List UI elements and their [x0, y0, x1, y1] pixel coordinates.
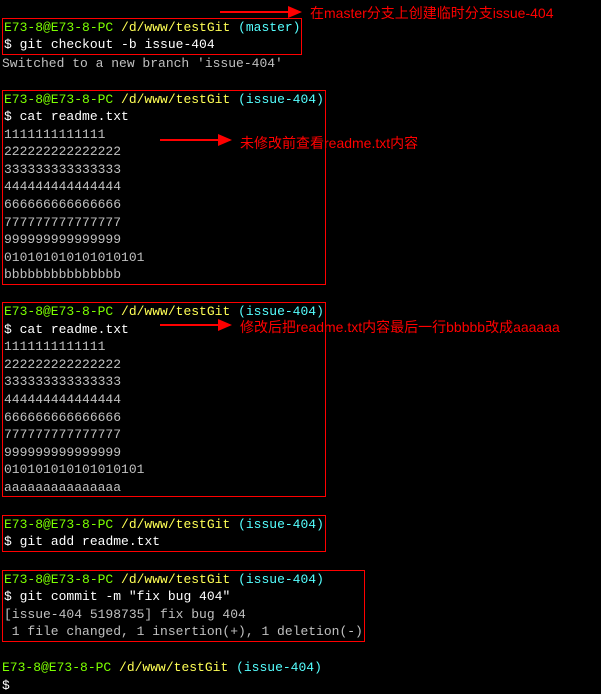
- annotation-3: 修改后把readme.txt内容最后一行bbbbb改成aaaaaa: [240, 318, 560, 337]
- file-line: aaaaaaaaaaaaaaa: [4, 480, 121, 495]
- file-line: 1111111111111: [4, 127, 105, 142]
- cmd-cat1: cat readme.txt: [20, 109, 129, 124]
- cmd-add: git add readme.txt: [20, 534, 160, 549]
- prompt-user: E73-8@E73-8-PC: [4, 304, 113, 319]
- block-cat1: E73-8@E73-8-PC /d/www/testGit (issue-404…: [2, 90, 326, 285]
- prompt-path: /d/www/testGit: [119, 660, 228, 675]
- file-line: 777777777777777: [4, 215, 121, 230]
- prompt-path: /d/www/testGit: [121, 92, 230, 107]
- file-line: 444444444444444: [4, 392, 121, 407]
- prompt-user: E73-8@E73-8-PC: [4, 20, 113, 35]
- file-line: bbbbbbbbbbbbbbb: [4, 267, 121, 282]
- file-line: 999999999999999: [4, 232, 121, 247]
- file-line: 777777777777777: [4, 427, 121, 442]
- file-line: 1111111111111: [4, 339, 105, 354]
- file-line: 222222222222222: [4, 357, 121, 372]
- file-line: 666666666666666: [4, 410, 121, 425]
- prompt-branch: (issue-404): [238, 92, 324, 107]
- file-line: 999999999999999: [4, 445, 121, 460]
- dollar: $: [2, 678, 10, 693]
- terminal: E73-8@E73-8-PC /d/www/testGit (master) $…: [0, 0, 601, 694]
- out-switched: Switched to a new branch 'issue-404': [2, 56, 283, 71]
- prompt-user: E73-8@E73-8-PC: [2, 660, 111, 675]
- dollar: $: [4, 589, 12, 604]
- commit-line: [issue-404 5198735] fix bug 404: [4, 607, 246, 622]
- cmd-cat2: cat readme.txt: [20, 322, 129, 337]
- prompt-branch: (master): [238, 20, 300, 35]
- file-line: 010101010101010101: [4, 462, 144, 477]
- file-line: 444444444444444: [4, 179, 121, 194]
- file-line: 222222222222222: [4, 144, 121, 159]
- prompt-branch: (issue-404): [236, 660, 322, 675]
- cmd-checkout: git checkout -b issue-404: [20, 37, 215, 52]
- cmd-commit: git commit -m "fix bug 404": [20, 589, 231, 604]
- file-line: 010101010101010101: [4, 250, 144, 265]
- dollar: $: [4, 109, 12, 124]
- prompt-branch: (issue-404): [238, 517, 324, 532]
- commit-line: 1 file changed, 1 insertion(+), 1 deleti…: [4, 624, 363, 639]
- annotation-2: 未修改前查看readme.txt内容: [240, 134, 418, 153]
- prompt-path: /d/www/testGit: [121, 517, 230, 532]
- prompt-branch: (issue-404): [238, 572, 324, 587]
- prompt-user: E73-8@E73-8-PC: [4, 92, 113, 107]
- file-line: 333333333333333: [4, 374, 121, 389]
- dollar: $: [4, 322, 12, 337]
- dollar: $: [4, 37, 12, 52]
- file-line: 666666666666666: [4, 197, 121, 212]
- block-checkout: E73-8@E73-8-PC /d/www/testGit (master) $…: [2, 18, 302, 55]
- prompt-path: /d/www/testGit: [121, 304, 230, 319]
- prompt-path: /d/www/testGit: [121, 20, 230, 35]
- block-add: E73-8@E73-8-PC /d/www/testGit (issue-404…: [2, 515, 326, 552]
- prompt-user: E73-8@E73-8-PC: [4, 572, 113, 587]
- prompt-path: /d/www/testGit: [121, 572, 230, 587]
- block-commit: E73-8@E73-8-PC /d/www/testGit (issue-404…: [2, 570, 365, 642]
- dollar: $: [4, 534, 12, 549]
- annotation-1: 在master分支上创建临时分支issue-404: [310, 4, 554, 23]
- file-line: 333333333333333: [4, 162, 121, 177]
- prompt-user: E73-8@E73-8-PC: [4, 517, 113, 532]
